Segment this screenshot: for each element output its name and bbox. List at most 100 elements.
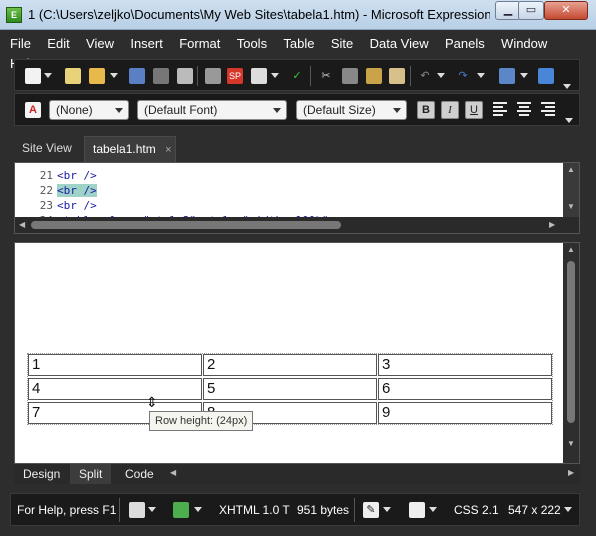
align-left-icon[interactable] xyxy=(493,102,507,116)
scroll-down-icon[interactable]: ▼ xyxy=(563,174,579,211)
open-dropdown-icon[interactable] xyxy=(110,73,118,78)
align-center-icon[interactable] xyxy=(517,102,531,116)
menu-data-view[interactable]: Data View xyxy=(370,34,429,54)
toolbar-options-icon[interactable] xyxy=(563,84,571,89)
design-vertical-scrollbar[interactable]: ▲ ▼ xyxy=(563,243,579,463)
table-cell[interactable]: 2 xyxy=(203,354,377,376)
pencil-dropdown-icon[interactable] xyxy=(383,507,391,512)
view-split-tab[interactable]: Split xyxy=(70,464,112,484)
view-code-tab[interactable]: Code xyxy=(116,464,163,484)
format-painter-icon[interactable] xyxy=(389,68,405,84)
scroll-left-icon[interactable]: ◀ xyxy=(19,220,25,229)
table-cell[interactable]: 6 xyxy=(378,378,552,400)
italic-button[interactable]: I xyxy=(441,101,459,119)
doctype-indicator[interactable]: XHTML 1.0 T xyxy=(219,503,290,517)
tab-site-view[interactable]: Site View xyxy=(14,136,80,162)
undo-dropdown-icon[interactable] xyxy=(437,73,445,78)
menu-site[interactable]: Site xyxy=(331,34,353,54)
sharepoint-icon[interactable]: SP xyxy=(227,68,243,84)
code-vertical-scrollbar[interactable]: ▲ ▼ xyxy=(563,163,579,219)
menu-panels[interactable]: Panels xyxy=(445,34,485,54)
toolbar-options-icon[interactable] xyxy=(565,118,573,123)
menu-view[interactable]: View xyxy=(86,34,114,54)
code-text: <br /> xyxy=(57,184,97,197)
cut-icon[interactable]: ✂ xyxy=(318,68,334,84)
table-cell[interactable]: 1 xyxy=(28,354,202,376)
code-horizontal-scrollbar[interactable]: ◀ ▶ xyxy=(15,217,579,233)
css-version[interactable]: CSS 2.1 xyxy=(454,503,499,517)
copy-icon[interactable] xyxy=(342,68,358,84)
vertical-scroll-thumb[interactable] xyxy=(567,261,575,423)
dimensions-dropdown-icon[interactable] xyxy=(564,507,572,512)
code-line: 21 <br /> xyxy=(25,169,97,182)
line-number: 22 xyxy=(39,184,53,197)
page-dimensions[interactable]: 547 x 222 xyxy=(508,503,561,517)
new-dropdown-icon[interactable] xyxy=(44,73,52,78)
view-design-tab[interactable]: Design xyxy=(14,464,69,484)
layers-icon[interactable] xyxy=(538,68,554,84)
table-cell[interactable]: 5 xyxy=(203,378,377,400)
table-cell[interactable]: 9 xyxy=(378,402,552,424)
find-icon[interactable] xyxy=(177,68,193,84)
table-dropdown-icon[interactable] xyxy=(520,73,528,78)
close-icon[interactable]: × xyxy=(165,144,171,156)
scroll-down-icon[interactable]: ▼ xyxy=(563,439,579,448)
preview-icon[interactable] xyxy=(251,68,267,84)
visual-aids-dropdown-icon[interactable] xyxy=(148,507,156,512)
spelling-icon[interactable]: ✓ xyxy=(289,68,305,84)
style-combo[interactable]: (None) xyxy=(49,100,129,120)
view-switcher: Design Split Code ◀ ▶ xyxy=(14,464,580,484)
table-cell[interactable]: 4 xyxy=(28,378,202,400)
formatting-toolbar: A (None) (Default Font) (Default Size) B… xyxy=(14,93,580,126)
redo-dropdown-icon[interactable] xyxy=(477,73,485,78)
align-right-icon[interactable] xyxy=(541,102,555,116)
styles-icon[interactable]: A xyxy=(25,102,41,118)
print-icon[interactable] xyxy=(205,68,221,84)
style-application-dropdown-icon[interactable] xyxy=(194,507,202,512)
design-pane[interactable]: 1 2 3 4 5 6 7 8 9 ⇕ Row height: (24px) ▲… xyxy=(14,242,580,464)
tab-document[interactable]: tabela1.htm × xyxy=(84,136,176,162)
chevron-down-icon xyxy=(393,108,401,113)
open-icon[interactable] xyxy=(89,68,105,84)
code-pane[interactable]: 21<br /> 22<br /> 23<br /> 24<table clas… xyxy=(14,162,580,234)
save-all-icon[interactable] xyxy=(153,68,169,84)
menu-table[interactable]: Table xyxy=(283,34,314,54)
table[interactable]: 1 2 3 4 5 6 7 8 9 xyxy=(27,353,553,425)
new-page-icon[interactable] xyxy=(25,68,41,84)
size-combo[interactable]: (Default Size) xyxy=(296,100,407,120)
scroll-left-icon[interactable]: ◀ xyxy=(170,468,176,477)
redo-icon[interactable]: ↷ xyxy=(455,68,471,84)
save-icon[interactable] xyxy=(129,68,145,84)
close-button[interactable]: ✕ xyxy=(544,1,588,20)
menu-tools[interactable]: Tools xyxy=(237,34,267,54)
scroll-right-icon[interactable]: ▶ xyxy=(549,220,555,229)
scroll-up-icon[interactable]: ▲ xyxy=(563,243,579,254)
status-bar: For Help, press F1 XHTML 1.0 T 951 bytes… xyxy=(10,493,580,526)
page-dropdown-icon[interactable] xyxy=(429,507,437,512)
table-cell[interactable]: 3 xyxy=(378,354,552,376)
scroll-right-icon[interactable]: ▶ xyxy=(568,468,574,477)
insert-table-icon[interactable] xyxy=(499,68,515,84)
style-application-icon[interactable] xyxy=(173,502,189,518)
maximize-button[interactable]: ▭ xyxy=(518,1,544,20)
paste-icon[interactable] xyxy=(366,68,382,84)
horizontal-scroll-thumb[interactable] xyxy=(31,221,341,229)
font-combo[interactable]: (Default Font) xyxy=(137,100,287,120)
web-site-icon[interactable] xyxy=(65,68,81,84)
menu-edit[interactable]: Edit xyxy=(47,34,69,54)
menu-insert[interactable]: Insert xyxy=(130,34,163,54)
menu-format[interactable]: Format xyxy=(179,34,220,54)
preview-dropdown-icon[interactable] xyxy=(271,73,279,78)
scroll-up-icon[interactable]: ▲ xyxy=(563,163,579,174)
pencil-icon[interactable]: ✎ xyxy=(363,502,379,518)
page-icon[interactable] xyxy=(409,502,425,518)
menu-file[interactable]: File xyxy=(10,34,31,54)
tab-label: Site View xyxy=(22,141,72,155)
code-line: 22 <br /> xyxy=(25,184,97,197)
visual-aids-icon[interactable] xyxy=(129,502,145,518)
menu-window[interactable]: Window xyxy=(501,34,547,54)
underline-button[interactable]: U xyxy=(465,101,483,119)
undo-icon[interactable]: ↶ xyxy=(417,68,433,84)
line-number: 23 xyxy=(39,199,53,212)
bold-button[interactable]: B xyxy=(417,101,435,119)
